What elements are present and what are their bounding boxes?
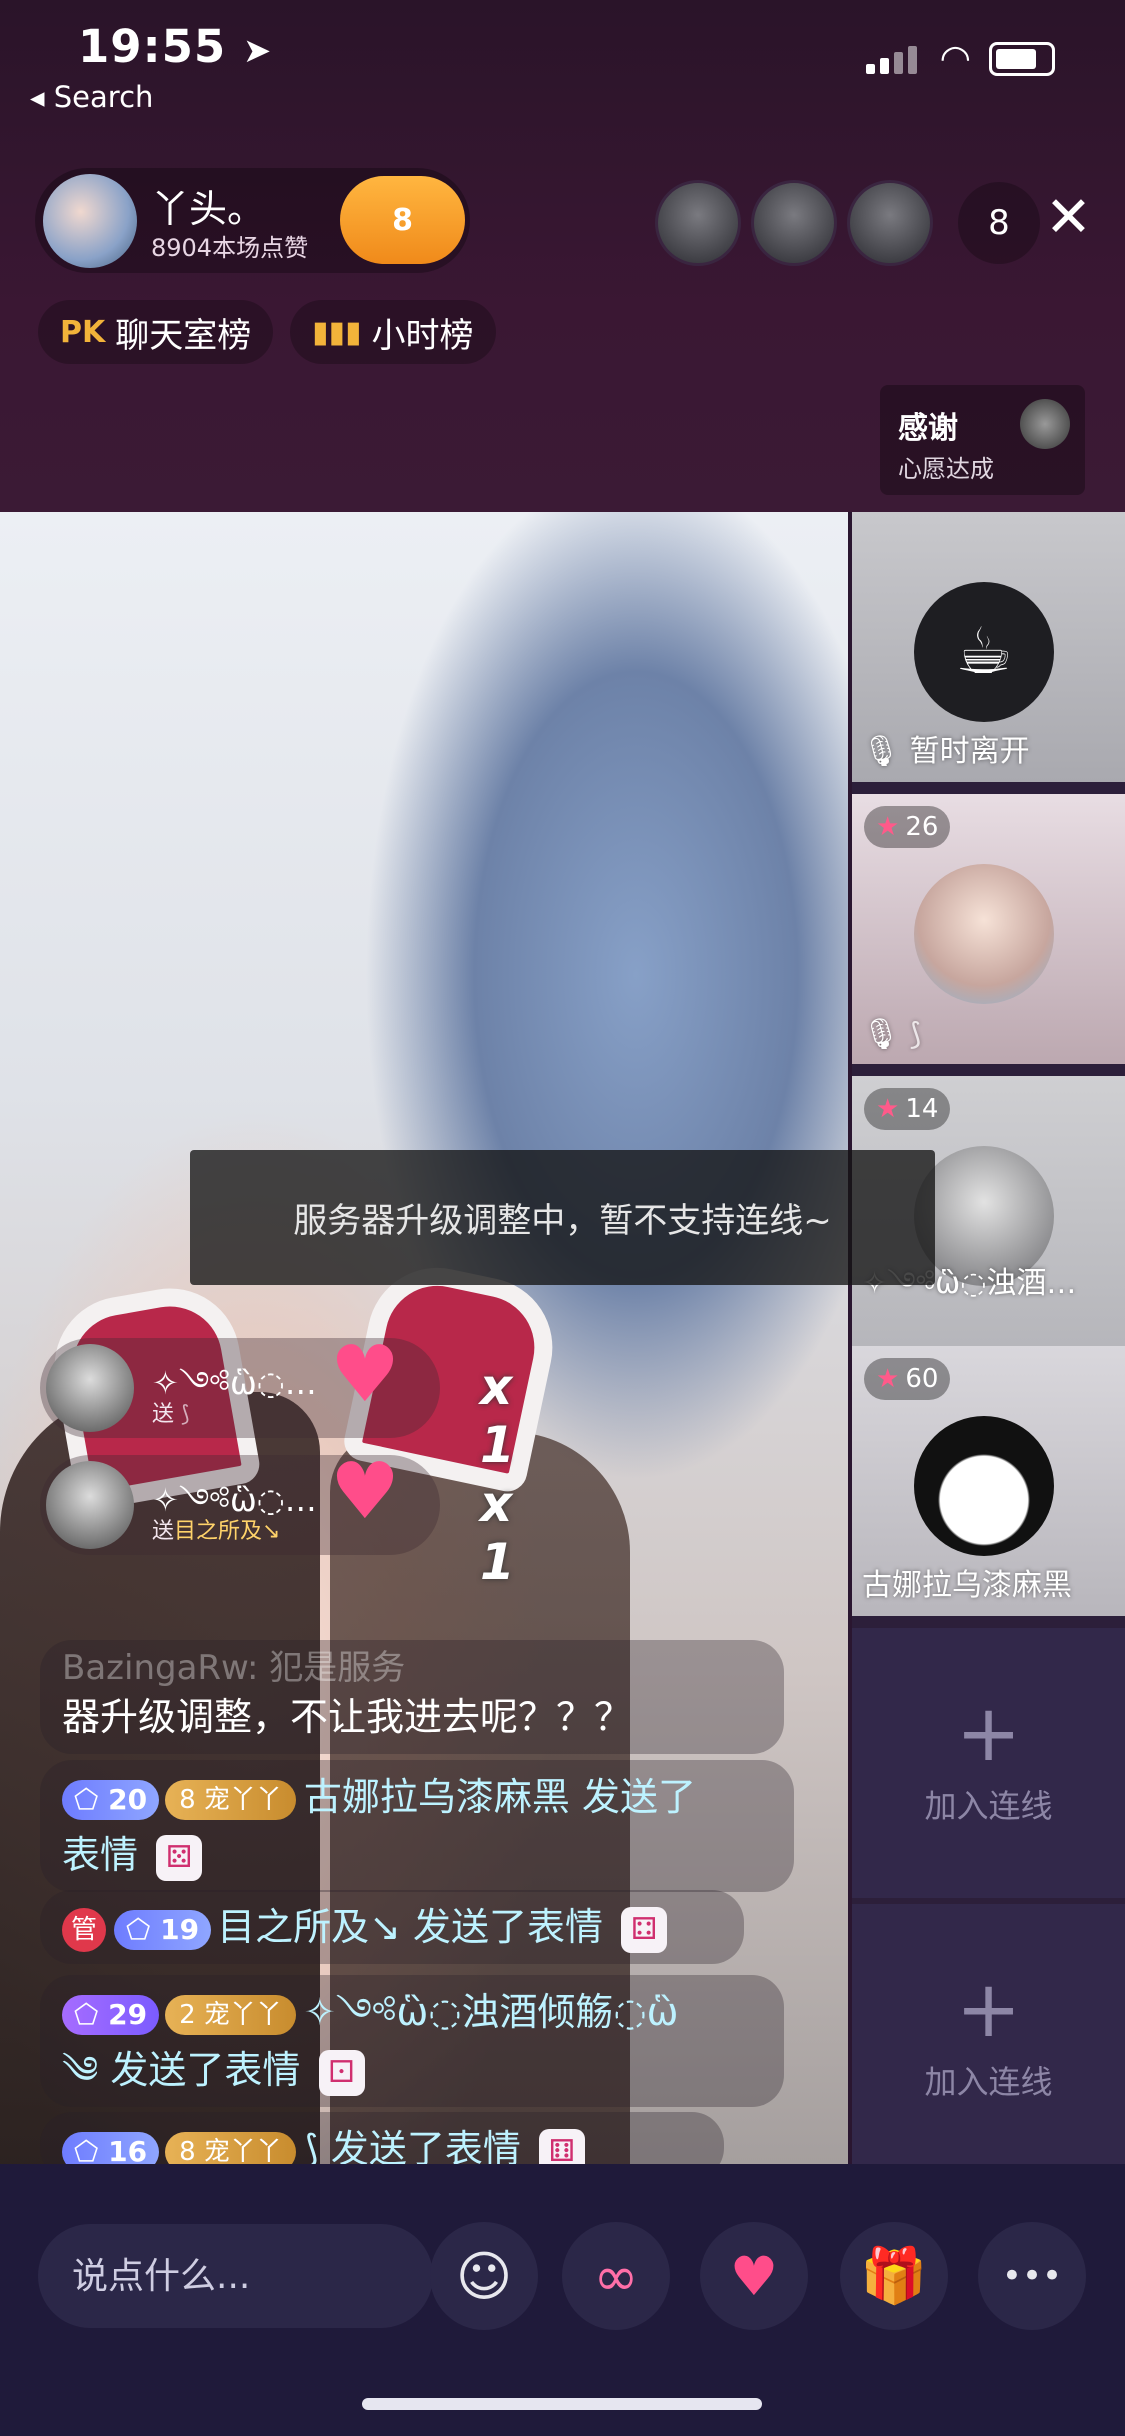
- mic-off-icon: 🎙: [862, 734, 901, 769]
- back-to-search[interactable]: ◂ Search: [30, 80, 153, 114]
- chat-message: ⬠ 20 8 宠丫丫 古娜拉乌漆麻黑 发送了 表情 ⚄: [40, 1760, 794, 1892]
- plus-icon: +: [955, 1965, 1022, 2055]
- chat-message: 管 ⬠ 19 目之所及↘ 发送了表情 ⚃: [40, 1890, 744, 1964]
- signal-icon: [865, 44, 922, 74]
- heart-gift-button[interactable]: ♥: [700, 2222, 808, 2330]
- mic-seat-1[interactable]: ☕ 🎙 暂时离开: [852, 512, 1125, 782]
- seat-badge: ★ 14: [864, 1088, 951, 1130]
- mic-seat-2[interactable]: ★ 26 🎙 ⟆: [852, 794, 1125, 1064]
- host-name: 丫头。: [151, 187, 266, 231]
- gift-notification: ✧༺ὣ◌… 送 ⟆ ♥ x 1: [40, 1330, 515, 1474]
- heart-icon: ♥: [729, 2244, 779, 2308]
- mic-seat-4[interactable]: ★ 60 古娜拉乌漆麻黑: [852, 1346, 1125, 1616]
- wish-thanks-card[interactable]: 感谢 心愿达成: [880, 385, 1085, 495]
- viewer-avatar[interactable]: [655, 180, 741, 266]
- chat-message: ⬠ 29 2 宠丫丫 ✧༺ὣ◌浊酒倾觞◌ὣ ༄ 发送了表情 ⚀: [40, 1975, 784, 2107]
- plus-icon: +: [955, 1689, 1022, 1779]
- dice-emoji-icon: ⚃: [621, 1906, 668, 1953]
- coffee-cup-icon: ☕: [914, 582, 1054, 722]
- emoji-button[interactable]: ☺: [430, 2222, 538, 2330]
- pet-badge: 2 宠丫丫: [165, 1994, 296, 2035]
- user-level-badge: ⬠ 19: [114, 1909, 212, 1950]
- bottom-action-bar: ☺ ∞ ♥ 🎁 •••: [0, 2164, 1125, 2436]
- viewer-avatar[interactable]: [751, 180, 837, 266]
- pet-badge: 8 宠丫丫: [165, 1779, 296, 1820]
- bar-chart-icon: ▮▮▮: [312, 314, 362, 350]
- gift-sender-avatar: [46, 1461, 134, 1549]
- star-icon: ★: [876, 1364, 900, 1394]
- seat-badge: ★ 60: [864, 1358, 951, 1400]
- dice-emoji-icon: ⚄: [156, 1834, 203, 1881]
- star-icon: ★: [876, 1094, 900, 1124]
- chat-message: BazingaRw: 犯是服务 器升级调整，不让我进去呢？？？: [40, 1640, 784, 1754]
- location-arrow-icon: ➤: [242, 31, 273, 71]
- host-info-pill[interactable]: 丫头。 8904本场点赞 8: [35, 168, 470, 273]
- heart-gift-icon: ♥: [330, 1447, 400, 1537]
- join-mic-seat-2[interactable]: + 加入连线: [852, 1904, 1125, 2174]
- host-level-heart-badge[interactable]: 8: [340, 176, 465, 264]
- close-icon[interactable]: ✕: [1045, 188, 1092, 248]
- seat-avatar: [914, 864, 1054, 1004]
- seat-badge: ★ 26: [864, 806, 951, 848]
- mic-seat-sidebar: ☕ 🎙 暂时离开 ★ 26 🎙 ⟆ ★ 14 ✧༺ὣ◌浊酒… ★ 60 古娜拉乌漆麻黑…: [852, 512, 1125, 2174]
- host-avatar[interactable]: [43, 174, 137, 268]
- manager-badge: 管: [62, 1907, 106, 1952]
- user-level-badge: ⬠ 29: [62, 1994, 160, 2035]
- seat-avatar: [914, 1416, 1054, 1556]
- smiley-icon: ☺: [455, 2244, 513, 2308]
- home-indicator: [362, 2398, 762, 2410]
- hour-rank-button[interactable]: ▮▮▮ 小时榜: [290, 300, 496, 364]
- heart-gift-icon: ♥: [330, 1330, 400, 1420]
- gift-button[interactable]: 🎁: [840, 2222, 948, 2330]
- status-icons: ◠: [865, 38, 1055, 79]
- wifi-icon: ◠: [939, 38, 971, 79]
- gift-notification: ✧༺ὣ◌… 送目之所及↘ ♥ x 1: [40, 1447, 515, 1591]
- user-level-badge: ⬠ 20: [62, 1779, 160, 1820]
- more-icon: •••: [1001, 2256, 1063, 2296]
- link-mic-button[interactable]: ∞: [562, 2222, 670, 2330]
- join-mic-seat-1[interactable]: + 加入连线: [852, 1628, 1125, 1898]
- status-time: 19:55 ➤: [78, 20, 273, 73]
- star-icon: ★: [876, 812, 900, 842]
- chat-room-rank-button[interactable]: PK 聊天室榜: [38, 300, 274, 364]
- server-upgrade-toast: 服务器升级调整中，暂不支持连线~: [190, 1150, 935, 1285]
- thanks-avatar: [1020, 399, 1070, 449]
- mic-off-icon: 🎙: [862, 1017, 901, 1052]
- gift-icon: 🎁: [860, 2244, 928, 2307]
- viewer-count[interactable]: 8: [958, 182, 1040, 264]
- pk-icon: PK: [60, 314, 106, 350]
- battery-icon: [989, 42, 1055, 76]
- host-likes: 8904本场点赞: [151, 234, 309, 262]
- viewer-avatar[interactable]: [847, 180, 933, 266]
- link-icon: ∞: [593, 2244, 639, 2308]
- chat-input[interactable]: [38, 2224, 433, 2328]
- dice-emoji-icon: ⚀: [318, 2049, 365, 2096]
- gift-sender-avatar: [46, 1344, 134, 1432]
- more-button[interactable]: •••: [978, 2222, 1086, 2330]
- viewer-list[interactable]: 8: [655, 180, 1040, 266]
